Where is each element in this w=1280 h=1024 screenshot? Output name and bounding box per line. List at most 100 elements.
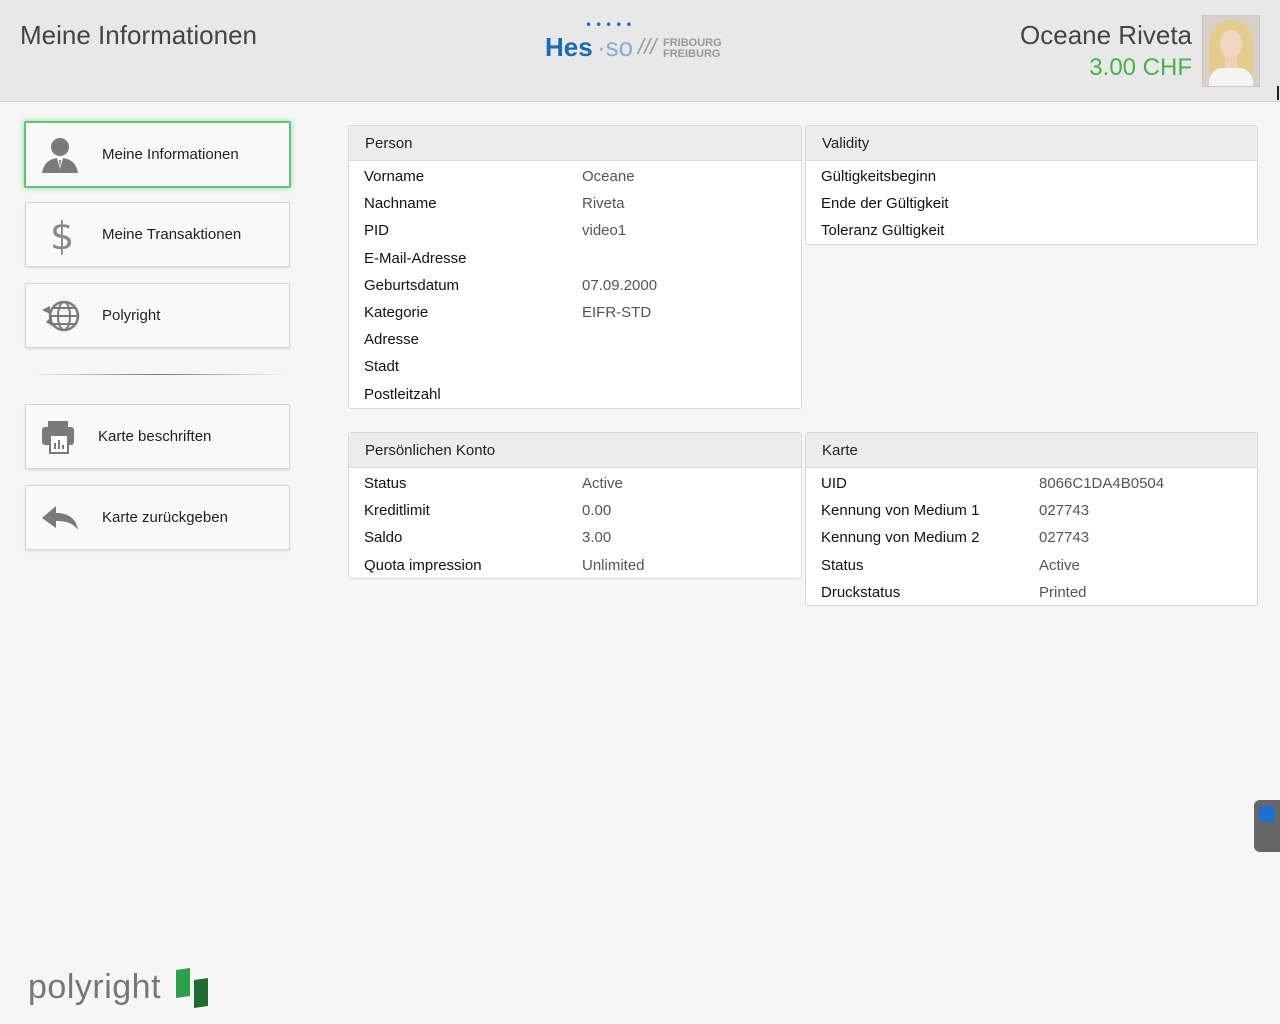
user-icon xyxy=(40,135,80,175)
table-row: Kategorie EIFR-STD xyxy=(349,299,657,326)
table-row: Vorname Oceane xyxy=(349,163,657,190)
row-key: UID xyxy=(821,475,847,493)
person-panel-title: Person xyxy=(349,126,801,161)
table-row: Gültigkeitsbeginn xyxy=(806,163,1039,190)
table-row: Geburtsdatum 07.09.2000 xyxy=(349,272,657,299)
user-name: Oceane Riveta xyxy=(1020,20,1192,50)
avatar xyxy=(1202,15,1260,87)
row-key: Adresse xyxy=(364,331,420,349)
svg-text:$: $ xyxy=(50,215,74,255)
table-row: Quota impression Unlimited xyxy=(349,552,645,579)
logo-slashes: /// xyxy=(638,34,657,59)
remote-support-tab[interactable] xyxy=(1254,800,1280,852)
polyright-wordmark: polyright xyxy=(28,968,162,1006)
row-value: 0.00 xyxy=(582,502,612,520)
nav-karte-beschriften-button[interactable]: Karte beschriften xyxy=(25,404,290,469)
avatar-shirt xyxy=(1209,68,1253,86)
row-key: Postleitzahl xyxy=(364,385,441,403)
row-value: Riveta xyxy=(582,195,625,213)
row-value: Unlimited xyxy=(582,556,645,574)
nav-meine-informationen-button[interactable]: Meine Informationen xyxy=(24,121,291,188)
row-key: Nachname xyxy=(364,195,437,213)
table-row: Toleranz Gültigkeit xyxy=(806,217,1039,244)
table-row: Nachname Riveta xyxy=(349,190,657,217)
nav-label: Meine Transaktionen xyxy=(102,226,242,243)
row-value: Active xyxy=(1039,556,1080,574)
row-value xyxy=(582,326,657,353)
table-row: Ende der Gültigkeit xyxy=(806,190,1039,217)
polyright-mark-icon xyxy=(176,968,208,1008)
nav-label: Meine Informationen xyxy=(102,146,239,163)
row-value: 027743 xyxy=(1039,529,1090,547)
row-key: Gültigkeitsbeginn xyxy=(821,168,937,186)
row-value xyxy=(582,245,657,272)
table-row: Postleitzahl xyxy=(349,381,657,408)
validity-panel: Validity Gültigkeitsbeginn Ende der Gült… xyxy=(805,125,1258,245)
row-key: Geburtsdatum xyxy=(364,276,460,294)
row-key: Vorname xyxy=(364,168,425,186)
row-key: Kennung von Medium 1 xyxy=(821,502,980,520)
nav-divider xyxy=(30,374,286,375)
nav-karte-zurueckgeben-button[interactable]: Karte zurückgeben xyxy=(25,485,290,550)
person-panel: Person Vorname Oceane Nachname Riveta PID v… xyxy=(348,125,802,409)
row-value: Active xyxy=(582,475,623,493)
table-row: Stadt xyxy=(349,353,657,380)
row-value: EIFR-STD xyxy=(582,304,652,322)
polyright-logo: polyright xyxy=(28,964,218,1010)
logo-city: FRIBOURG FREIBURG xyxy=(663,38,722,60)
validity-panel-title: Validity xyxy=(806,126,1257,161)
nav-polyright-button[interactable]: Polyright xyxy=(25,283,290,348)
nav-label: Polyright xyxy=(102,307,161,324)
row-key: Stadt xyxy=(364,358,400,376)
row-key: Kreditlimit xyxy=(364,502,430,520)
nav-label: Karte beschriften xyxy=(98,428,212,445)
nav-label: Karte zurückgeben xyxy=(102,509,228,526)
validity-table: Gültigkeitsbeginn Ende der Gültigkeit To… xyxy=(806,163,1039,245)
row-value xyxy=(582,381,657,408)
logo-city-freiburg: FREIBURG xyxy=(663,48,721,60)
karte-panel: Karte UID 8066C1DA4B0504 Kennung von Medi… xyxy=(805,432,1258,606)
karte-panel-title: Karte xyxy=(806,433,1257,468)
row-value: video1 xyxy=(582,222,627,240)
person-table: Vorname Oceane Nachname Riveta PID video1 E… xyxy=(349,163,657,408)
row-key: Status xyxy=(821,556,864,574)
table-row: UID 8066C1DA4B0504 xyxy=(806,470,1164,497)
table-row: Status Active xyxy=(806,552,1164,579)
nav-meine-transaktionen-button[interactable]: $ Meine Transaktionen xyxy=(25,202,290,267)
logo-so: ·so xyxy=(597,32,634,62)
row-key: Status xyxy=(364,475,407,493)
table-row: Kennung von Medium 2 027743 xyxy=(806,524,1164,551)
row-value: 3.00 xyxy=(582,529,612,547)
table-row: E-Mail-Adresse xyxy=(349,245,657,272)
dollar-icon: $ xyxy=(40,214,80,258)
hes-so-logo: ••••• Hes ·so /// FRIBOURG FREIBURG xyxy=(545,18,725,68)
row-key: Kennung von Medium 2 xyxy=(821,529,980,547)
row-key: Toleranz Gültigkeit xyxy=(821,222,945,240)
globe-icon xyxy=(40,296,80,336)
row-key: Saldo xyxy=(364,529,403,547)
row-key: Quota impression xyxy=(364,556,482,574)
row-value: 8066C1DA4B0504 xyxy=(1039,475,1165,493)
avatar-face xyxy=(1220,30,1242,58)
row-value xyxy=(582,353,657,380)
table-row: Kreditlimit 0.00 xyxy=(349,497,645,524)
reply-arrow-icon xyxy=(40,498,80,538)
text-cursor-icon xyxy=(1277,86,1279,100)
row-key: PID xyxy=(364,222,390,240)
header-bar: Meine Informationen ••••• Hes ·so /// FR… xyxy=(0,0,1280,102)
row-value: Oceane xyxy=(582,168,635,186)
row-value: Printed xyxy=(1039,583,1087,601)
page-title: Meine Informationen xyxy=(20,20,258,50)
user-balance: 3.00 CHF xyxy=(1089,54,1192,81)
konto-panel-title: Persönlichen Konto xyxy=(349,433,801,468)
konto-table: Status Active Kreditlimit 0.00 Saldo 3.00 Q… xyxy=(349,470,645,579)
karte-table: UID 8066C1DA4B0504 Kennung von Medium 1 02… xyxy=(806,470,1164,606)
table-row: Adresse xyxy=(349,326,657,353)
logo-hes: Hes xyxy=(545,32,593,62)
table-row: Kennung von Medium 1 027743 xyxy=(806,497,1164,524)
row-key: Druckstatus xyxy=(821,583,901,601)
logo-dots: ••••• xyxy=(585,18,636,32)
table-row: Druckstatus Printed xyxy=(806,579,1164,606)
row-key: E-Mail-Adresse xyxy=(364,249,467,267)
table-row: Saldo 3.00 xyxy=(349,524,645,551)
